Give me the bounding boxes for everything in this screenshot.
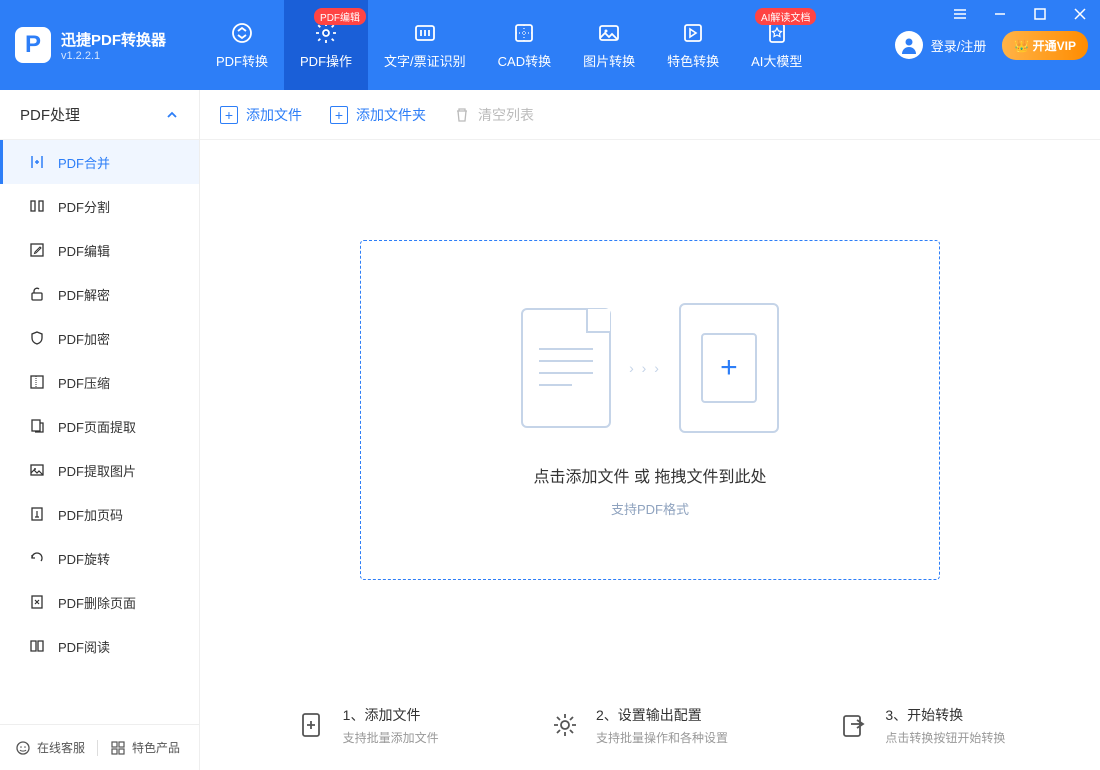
sidebar-item-edit[interactable]: PDF编辑: [0, 228, 199, 272]
products-link[interactable]: 特色产品: [132, 739, 180, 756]
plus-icon: +: [220, 106, 238, 124]
support-icon: [15, 740, 31, 756]
minimize-button[interactable]: [980, 0, 1020, 28]
sidebar-item-delete-page[interactable]: PDF删除页面: [0, 580, 199, 624]
pagenumber-icon: [28, 505, 46, 523]
step-2: 2、设置输出配置 支持批量操作和各种设置: [548, 705, 728, 746]
extract-page-icon: [28, 417, 46, 435]
tab-pdf-convert[interactable]: PDF转换: [200, 0, 284, 90]
header: P 迅捷PDF转换器 v1.2.2.1 PDF转换 PDF编辑 PDF操作 文字…: [0, 0, 1100, 90]
tab-ocr[interactable]: 文字/票证识别: [368, 0, 482, 90]
toolbar: + 添加文件 + 添加文件夹 清空列表: [200, 90, 1100, 140]
ocr-icon: [413, 21, 437, 45]
maximize-button[interactable]: [1020, 0, 1060, 28]
sidebar-item-decrypt[interactable]: PDF解密: [0, 272, 199, 316]
lock-icon: [28, 329, 46, 347]
step-3: 3、开始转换 点击转换按钮开始转换: [837, 705, 1005, 746]
sidebar-item-extract-image[interactable]: PDF提取图片: [0, 448, 199, 492]
edit-icon: [28, 241, 46, 259]
step-add-icon: [295, 708, 329, 742]
chevron-up-icon: [165, 108, 179, 122]
vip-button[interactable]: 👑 开通VIP: [1002, 31, 1088, 60]
add-folder-button[interactable]: + 添加文件夹: [330, 105, 426, 125]
app-logo-icon: P: [15, 27, 51, 63]
merge-icon: [28, 153, 46, 171]
sidebar-item-compress[interactable]: PDF压缩: [0, 360, 199, 404]
rotate-icon: [28, 549, 46, 567]
document-icon: [521, 308, 611, 428]
target-icon: +: [679, 303, 779, 433]
sidebar-title: PDF处理: [20, 104, 80, 125]
sidebar-item-rotate[interactable]: PDF旋转: [0, 536, 199, 580]
sidebar-item-extract-page[interactable]: PDF页面提取: [0, 404, 199, 448]
app-version: v1.2.2.1: [61, 50, 166, 62]
tab-ai[interactable]: AI解读文档 AI大模型: [735, 0, 818, 90]
split-icon: [28, 197, 46, 215]
tab-cad[interactable]: CAD转换: [482, 0, 567, 90]
sidebar-item-merge[interactable]: PDF合并: [0, 140, 199, 184]
special-icon: [681, 21, 705, 45]
sidebar-item-pagenumber[interactable]: PDF加页码: [0, 492, 199, 536]
login-link[interactable]: 登录/注册: [931, 36, 987, 55]
tab-image[interactable]: 图片转换: [567, 0, 651, 90]
close-button[interactable]: [1060, 0, 1100, 28]
main-tabs: PDF转换 PDF编辑 PDF操作 文字/票证识别 CAD转换 图片转换 特色转…: [200, 0, 895, 90]
sidebar-item-split[interactable]: PDF分割: [0, 184, 199, 228]
add-file-button[interactable]: + 添加文件: [220, 105, 302, 125]
step-config-icon: [548, 708, 582, 742]
support-link[interactable]: 在线客服: [37, 739, 85, 756]
convert-icon: [230, 21, 254, 45]
sidebar: PDF处理 PDF合并 PDF分割 PDF编辑 PDF解密 PDF加密: [0, 90, 200, 770]
dropzone-text: 点击添加文件 或 拖拽文件到此处: [534, 463, 767, 487]
step-convert-icon: [837, 708, 871, 742]
tab-special[interactable]: 特色转换: [651, 0, 735, 90]
dropzone-graphic: › › › +: [521, 303, 779, 433]
tab-pdf-operate[interactable]: PDF编辑 PDF操作: [284, 0, 368, 90]
cad-icon: [512, 21, 536, 45]
products-icon: [110, 740, 126, 756]
tab-badge: PDF编辑: [314, 8, 366, 25]
main-area: + 添加文件 + 添加文件夹 清空列表: [200, 90, 1100, 770]
logo-area: P 迅捷PDF转换器 v1.2.2.1: [0, 0, 200, 90]
step-1: 1、添加文件 支持批量添加文件: [295, 705, 439, 746]
image-icon: [597, 21, 621, 45]
sidebar-item-encrypt[interactable]: PDF加密: [0, 316, 199, 360]
clear-list-button[interactable]: 清空列表: [454, 105, 534, 125]
dropzone[interactable]: › › › + 点击添加文件 或 拖拽文件到此处 支持PDF格式: [360, 240, 940, 580]
read-icon: [28, 637, 46, 655]
menu-button[interactable]: [940, 0, 980, 28]
compress-icon: [28, 373, 46, 391]
trash-icon: [454, 107, 470, 123]
arrows-icon: › › ›: [629, 360, 661, 376]
sidebar-item-read[interactable]: PDF阅读: [0, 624, 199, 668]
app-title: 迅捷PDF转换器: [61, 29, 166, 50]
avatar[interactable]: [895, 31, 923, 59]
dropzone-subtext: 支持PDF格式: [611, 499, 689, 518]
steps: 1、添加文件 支持批量添加文件 2、设置输出配置 支持批量操作和各种设置 3、开…: [200, 680, 1100, 770]
extract-image-icon: [28, 461, 46, 479]
tab-badge: AI解读文档: [755, 8, 816, 25]
sidebar-header[interactable]: PDF处理: [0, 90, 199, 140]
delete-page-icon: [28, 593, 46, 611]
unlock-icon: [28, 285, 46, 303]
plus-icon: +: [330, 106, 348, 124]
